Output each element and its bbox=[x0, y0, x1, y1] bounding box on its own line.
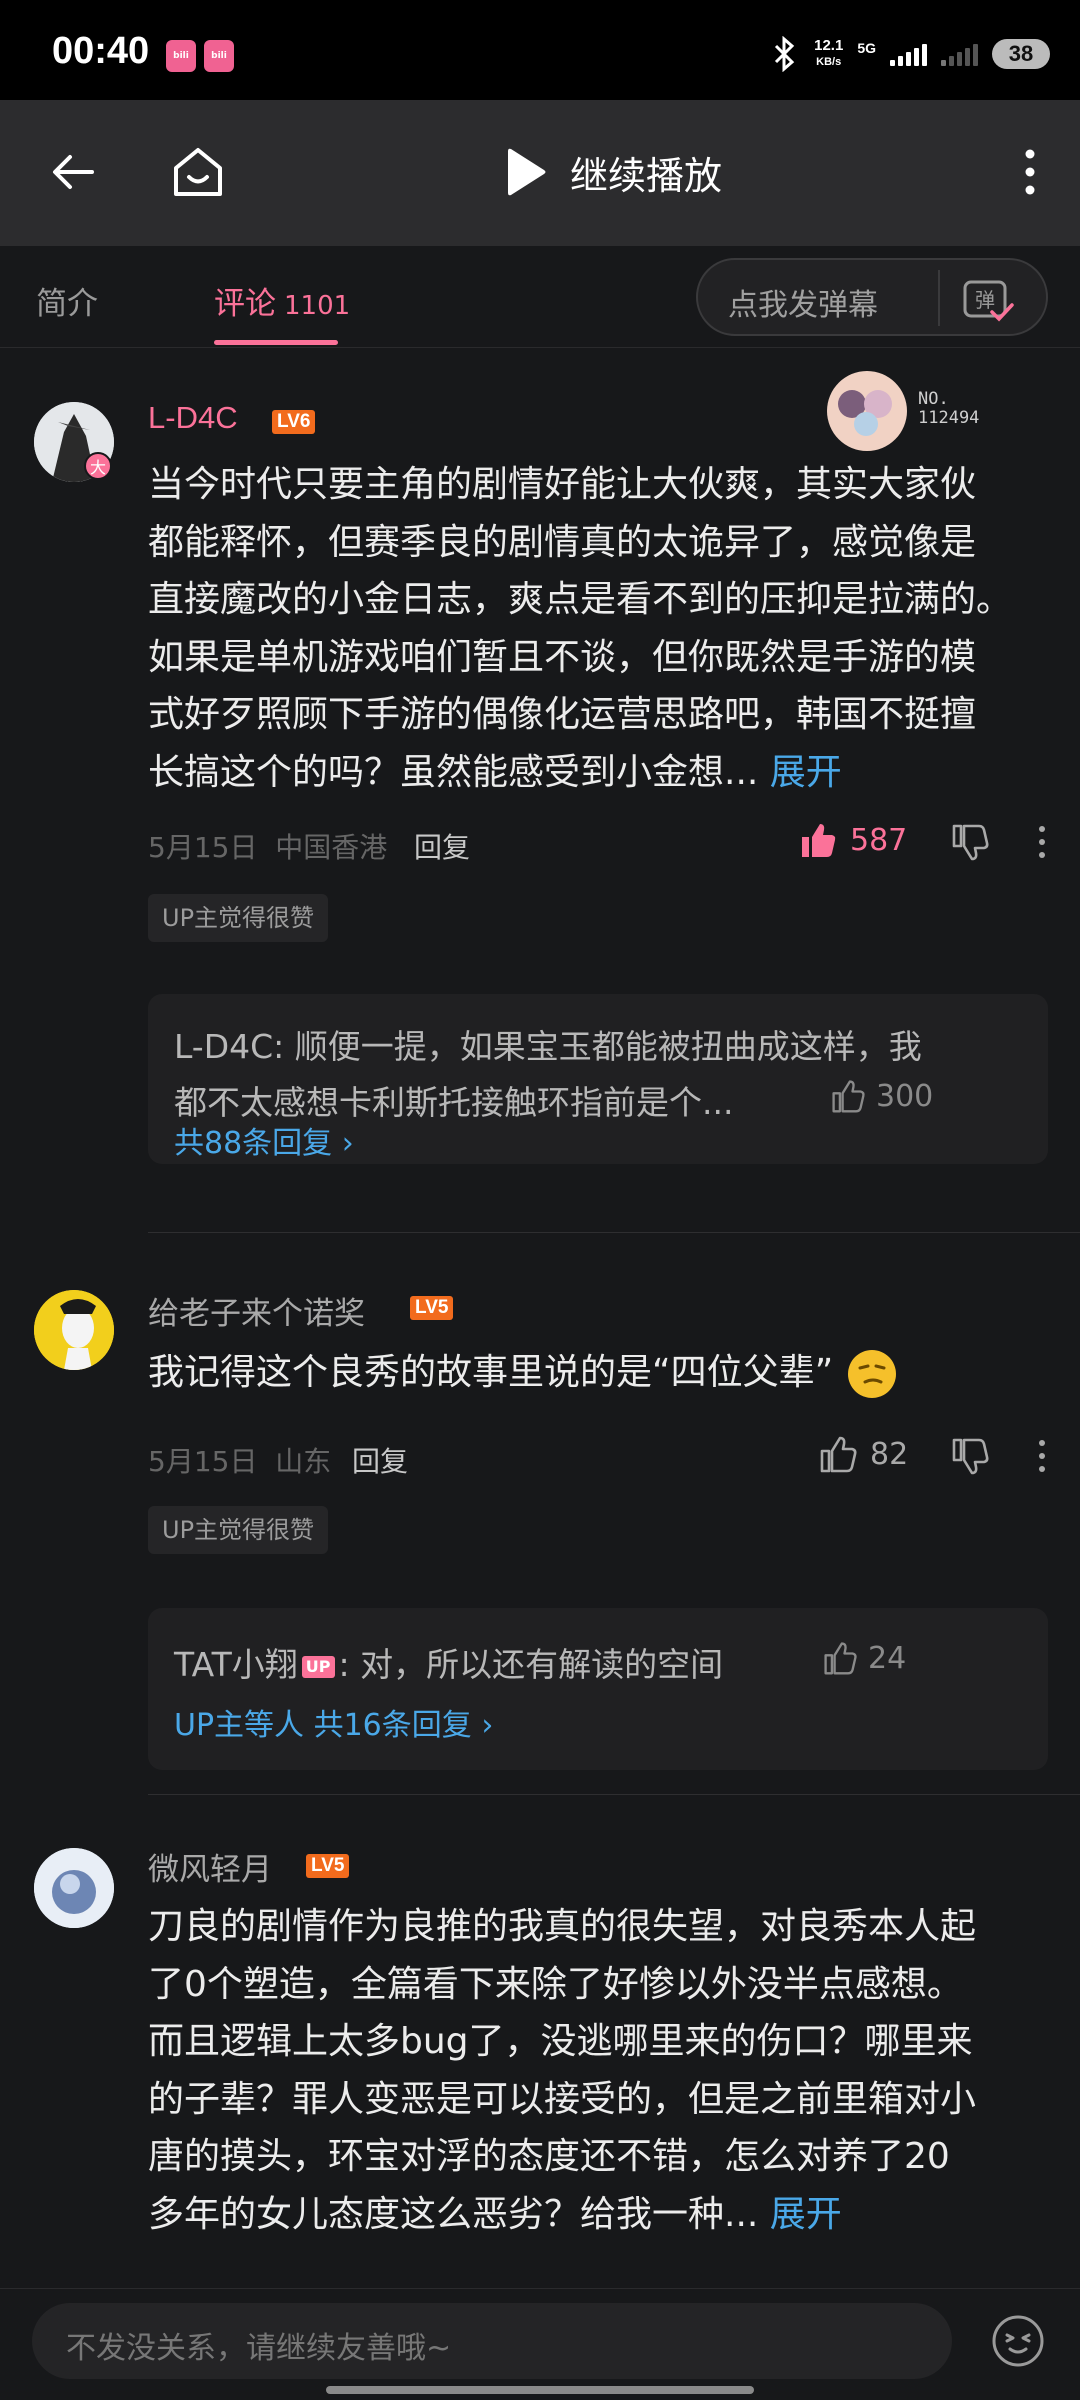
status-bar: 00:40 bili bili 12.1 KB/s 5G 38 bbox=[0, 0, 1080, 100]
more-vertical-icon[interactable] bbox=[1010, 142, 1050, 202]
tab-intro[interactable]: 简介 bbox=[36, 278, 98, 323]
danmaku-input-button[interactable]: 点我发弹幕 弹 bbox=[696, 258, 1048, 336]
comment-divider bbox=[148, 1232, 1080, 1233]
view-more-replies-link[interactable]: UP主等人 共16条回复 › bbox=[174, 1700, 493, 1744]
thumb-up-icon bbox=[832, 1080, 865, 1113]
vip-badge: 大 bbox=[84, 452, 112, 480]
like-count: 587 bbox=[850, 822, 908, 858]
comment-meta: 5月15日 山东 bbox=[148, 1440, 331, 1480]
sub-reply-author: TAT小翔 bbox=[174, 1645, 298, 1684]
thumb-up-filled-icon bbox=[802, 824, 836, 857]
sub-reply-line: L-D4C: 顺便一提，如果宝玉都能被扭曲成这样，我 bbox=[174, 1027, 922, 1066]
comment-body: 我记得这个良秀的故事里说的是“四位父辈” bbox=[148, 1344, 1048, 1402]
comment-username[interactable]: 给老子来个诺奖 bbox=[148, 1288, 365, 1333]
status-time: 00:40 bbox=[52, 30, 150, 72]
thinking-emoji-icon bbox=[847, 1350, 896, 1398]
tab-comments[interactable]: 评论 1101 bbox=[214, 278, 350, 323]
comment-location: 山东 bbox=[275, 1445, 332, 1478]
app-notification-icon: bili bbox=[204, 40, 234, 72]
expand-link[interactable]: 展开 bbox=[770, 2194, 842, 2235]
level-badge: LV5 bbox=[410, 1296, 454, 1320]
tab-comments-label: 评论 bbox=[214, 286, 276, 322]
reply-button[interactable]: 回复 bbox=[414, 826, 470, 866]
comment-input[interactable]: 不发没关系，请继续友善哦~ bbox=[32, 2303, 952, 2379]
sub-reply-line: 都不太感想卡利斯托接触环指前是个... bbox=[174, 1083, 734, 1122]
network-type: 5G bbox=[857, 40, 876, 56]
up-liked-tag: UP主觉得很赞 bbox=[148, 1506, 329, 1554]
signal-strength-icon bbox=[890, 42, 927, 66]
danmaku-placeholder: 点我发弹幕 bbox=[728, 288, 878, 323]
top-nav-bar: 继续播放 bbox=[0, 100, 1080, 246]
fan-medal-image bbox=[827, 371, 907, 451]
sub-replies-box[interactable]: TAT小翔 UP: 对，所以还有解读的空间 24 UP主等人 共16条回复 › bbox=[148, 1608, 1048, 1770]
comment-body: 当今时代只要主角的剧情好能让大伙爽，其实大家伙 都能释怀，但赛季良的剧情真的太诡… bbox=[148, 464, 1013, 793]
comment-username[interactable]: 微风轻月 bbox=[148, 1844, 272, 1889]
up-badge: UP bbox=[301, 1655, 335, 1678]
expand-link[interactable]: 展开 bbox=[770, 752, 842, 793]
signal-strength-icon bbox=[941, 42, 978, 66]
sub-reply-like-count: 24 bbox=[868, 1640, 907, 1676]
back-arrow-icon[interactable] bbox=[44, 142, 104, 202]
comment-meta: 5月15日 中国香港 bbox=[148, 826, 387, 866]
sub-reply-like-button[interactable]: 300 bbox=[830, 1078, 933, 1114]
app-notification-icon: bili bbox=[166, 40, 196, 72]
like-button[interactable]: 587 bbox=[798, 820, 907, 860]
view-more-replies-link[interactable]: 共88条回复 › bbox=[174, 1118, 354, 1162]
like-button[interactable]: 82 bbox=[818, 1434, 908, 1474]
battery-indicator: 38 bbox=[992, 39, 1050, 69]
continue-play-label: 继续播放 bbox=[570, 153, 723, 198]
danmaku-toggle-icon[interactable]: 弹 bbox=[962, 274, 1014, 324]
network-speed: 12.1 KB/s bbox=[814, 37, 844, 69]
sub-reply-like-button[interactable]: 24 bbox=[822, 1640, 906, 1676]
thumb-down-icon[interactable] bbox=[950, 1436, 990, 1476]
comment-date: 5月15日 bbox=[148, 1445, 258, 1478]
avatar[interactable] bbox=[34, 1290, 114, 1370]
avatar[interactable] bbox=[34, 1848, 114, 1928]
comment-input-placeholder: 不发没关系，请继续友善哦~ bbox=[66, 2331, 452, 2366]
tab-comments-count: 1101 bbox=[284, 291, 351, 321]
bluetooth-icon bbox=[775, 36, 795, 72]
svg-text:弹: 弹 bbox=[975, 288, 995, 312]
avatar-image bbox=[34, 1848, 114, 1928]
fan-medal-number: NO. 112494 bbox=[918, 389, 980, 428]
sub-replies-box[interactable]: L-D4C: 顺便一提，如果宝玉都能被扭曲成这样，我 都不太感想卡利斯托接触环指… bbox=[148, 994, 1048, 1164]
sub-reply-line: TAT小翔 UP: 对，所以还有解读的空间 bbox=[174, 1645, 724, 1684]
thumb-up-icon bbox=[820, 1436, 857, 1473]
tab-active-indicator bbox=[214, 340, 338, 345]
comment-more-icon[interactable] bbox=[1032, 822, 1052, 862]
comment-date: 5月15日 bbox=[148, 831, 258, 864]
sub-reply-author: L-D4C bbox=[174, 1027, 274, 1066]
home-icon[interactable] bbox=[166, 140, 230, 204]
sub-reply-like-count: 300 bbox=[876, 1078, 934, 1114]
level-badge: LV5 bbox=[306, 1854, 350, 1878]
divider bbox=[938, 270, 940, 326]
reply-button[interactable]: 回复 bbox=[352, 1440, 408, 1480]
level-badge: LV6 bbox=[272, 410, 316, 434]
thumb-up-icon bbox=[824, 1642, 857, 1675]
comment-divider bbox=[148, 1794, 1080, 1795]
chevron-right-icon: › bbox=[481, 1708, 494, 1743]
comment-username[interactable]: L-D4C bbox=[148, 400, 238, 436]
fan-medal-badge: NO. 112494 bbox=[822, 368, 1002, 454]
home-indicator[interactable] bbox=[326, 2386, 754, 2394]
continue-play-button[interactable]: 继续播放 bbox=[500, 140, 722, 204]
comment-more-icon[interactable] bbox=[1032, 1436, 1052, 1476]
emoji-icon[interactable] bbox=[990, 2313, 1046, 2369]
chevron-right-icon: › bbox=[341, 1126, 354, 1161]
comment-input-bar: 不发没关系，请继续友善哦~ bbox=[0, 2288, 1080, 2400]
comment-location: 中国香港 bbox=[275, 831, 388, 864]
play-icon bbox=[508, 148, 546, 196]
comment-body: 刀良的剧情作为良推的我真的很失望，对良秀本人起 了0个塑造，全篇看下来除了好惨以… bbox=[148, 1906, 977, 2235]
status-indicators: 12.1 KB/s 5G 38 bbox=[770, 34, 1050, 74]
up-liked-tag: UP主觉得很赞 bbox=[148, 894, 329, 942]
thumb-down-icon[interactable] bbox=[950, 822, 990, 862]
like-count: 82 bbox=[870, 1436, 909, 1472]
avatar-image bbox=[34, 1290, 114, 1370]
